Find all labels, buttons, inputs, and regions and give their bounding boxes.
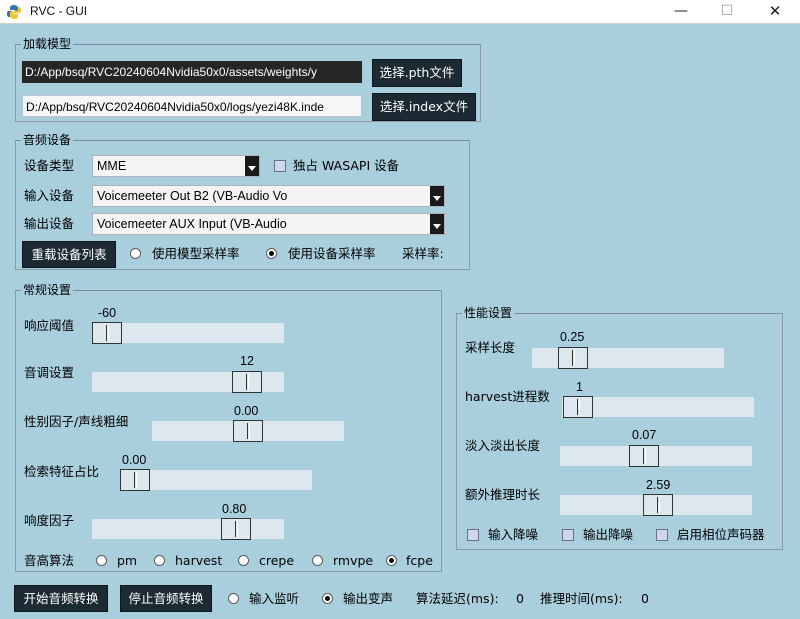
- infer-time-value: 0: [641, 591, 649, 606]
- audio-device-title: 音频设备: [21, 132, 74, 148]
- block-time-label: 采样长度: [465, 340, 516, 355]
- infer-time-label: 推理时间(ms):: [540, 591, 623, 606]
- index-rate-label: 检索特征占比: [24, 464, 100, 479]
- chevron-down-icon: [430, 214, 444, 234]
- harvest-threads-slider-handle[interactable]: [563, 396, 593, 418]
- pth-path-field[interactable]: D:/App/bsq/RVC20240604Nvidia50x0/assets/…: [22, 61, 362, 83]
- sample-rate-label: 采样率:: [402, 246, 444, 261]
- formant-label: 性别因子/声线粗细: [24, 414, 129, 429]
- harvest-threads-label: harvest进程数: [465, 389, 550, 404]
- f0-option-rmvpe: rmvpe: [333, 553, 374, 568]
- pitch-slider-handle[interactable]: [232, 371, 262, 393]
- extra-time-slider-handle[interactable]: [643, 494, 673, 516]
- crossfade-slider-handle[interactable]: [629, 445, 659, 467]
- f0-radio-fcpe[interactable]: [386, 555, 397, 566]
- threshold-slider-handle[interactable]: [92, 322, 122, 344]
- f0-method-label: 音高算法: [24, 553, 75, 568]
- pitch-label: 音调设置: [24, 365, 75, 380]
- wasapi-checkbox[interactable]: [274, 160, 286, 172]
- select-pth-button[interactable]: 选择.pth文件: [372, 59, 462, 87]
- f0-radio-rmvpe[interactable]: [312, 555, 323, 566]
- phase-vocoder-label: 启用相位声码器: [677, 527, 765, 542]
- f0-option-pm: pm: [117, 553, 138, 568]
- start-conversion-button[interactable]: 开始音频转换: [14, 585, 108, 612]
- use-device-sr-radio[interactable]: [266, 248, 277, 259]
- device-type-select[interactable]: MME: [92, 155, 260, 177]
- phase-vocoder-checkbox[interactable]: [656, 529, 668, 541]
- performance-settings-title: 性能设置: [462, 305, 515, 321]
- f0-radio-crepe[interactable]: [238, 555, 249, 566]
- device-type-label: 设备类型: [24, 158, 75, 173]
- stop-conversion-button[interactable]: 停止音频转换: [120, 585, 212, 612]
- formant-value: 0.00: [234, 404, 259, 418]
- extra-time-label: 额外推理时长: [465, 487, 541, 502]
- threshold-label: 响应阈值: [24, 318, 75, 333]
- crossfade-label: 淡入淡出长度: [465, 438, 541, 453]
- input-device-value: Voicemeeter Out B2 (VB-Audio Vo: [97, 189, 288, 203]
- output-denoise-label: 输出降噪: [583, 527, 634, 542]
- chevron-down-icon: [245, 156, 259, 176]
- load-model-title: 加载模型: [21, 36, 74, 52]
- input-denoise-label: 输入降噪: [488, 527, 539, 542]
- block-time-value: 0.25: [560, 330, 585, 344]
- input-denoise-checkbox[interactable]: [467, 529, 479, 541]
- close-icon[interactable]: ✕: [752, 0, 798, 24]
- f0-option-fcpe: fcpe: [406, 553, 433, 568]
- extra-time-value: 2.59: [646, 478, 671, 492]
- input-monitor-radio[interactable]: [228, 593, 239, 604]
- crossfade-value: 0.07: [632, 428, 657, 442]
- index-rate-value: 0.00: [122, 453, 147, 467]
- output-device-label: 输出设备: [24, 216, 75, 231]
- select-index-button[interactable]: 选择.index文件: [372, 93, 476, 121]
- chevron-down-icon: [430, 186, 444, 206]
- maximize-icon[interactable]: ☐: [704, 0, 750, 24]
- general-settings-title: 常规设置: [21, 282, 74, 298]
- formant-slider-handle[interactable]: [233, 420, 263, 442]
- input-monitor-label: 输入监听: [249, 591, 300, 606]
- rms-value: 0.80: [222, 502, 247, 516]
- rms-label: 响度因子: [24, 513, 75, 528]
- title-bar: RVC - GUI — ☐ ✕: [0, 0, 800, 24]
- delay-label: 算法延迟(ms):: [416, 591, 499, 606]
- delay-value: 0: [516, 591, 524, 606]
- pitch-value: 12: [240, 354, 254, 368]
- harvest-threads-value: 1: [576, 380, 583, 394]
- f0-radio-pm[interactable]: [96, 555, 107, 566]
- wasapi-label: 独占 WASAPI 设备: [293, 158, 400, 173]
- rms-slider-handle[interactable]: [221, 518, 251, 540]
- threshold-value: -60: [98, 306, 117, 320]
- device-type-value: MME: [97, 159, 127, 173]
- minimize-icon[interactable]: —: [658, 0, 704, 24]
- output-device-value: Voicemeeter AUX Input (VB-Audio: [97, 217, 287, 231]
- use-model-sr-radio[interactable]: [130, 248, 141, 259]
- python-icon: [7, 5, 21, 19]
- use-model-sr-label: 使用模型采样率: [152, 246, 240, 261]
- block-time-slider-handle[interactable]: [558, 347, 588, 369]
- output-voice-radio[interactable]: [322, 593, 333, 604]
- index-rate-slider-handle[interactable]: [120, 469, 150, 491]
- input-device-select[interactable]: Voicemeeter Out B2 (VB-Audio Vo: [92, 185, 445, 207]
- f0-radio-harvest[interactable]: [154, 555, 165, 566]
- f0-option-crepe: crepe: [259, 553, 295, 568]
- use-device-sr-label: 使用设备采样率: [288, 246, 376, 261]
- reload-devices-button[interactable]: 重载设备列表: [22, 241, 116, 268]
- window-title: RVC - GUI: [30, 4, 88, 18]
- output-voice-label: 输出变声: [343, 591, 394, 606]
- output-device-select[interactable]: Voicemeeter AUX Input (VB-Audio: [92, 213, 445, 235]
- f0-option-harvest: harvest: [175, 553, 223, 568]
- input-device-label: 输入设备: [24, 188, 75, 203]
- rms-slider-track[interactable]: [92, 519, 284, 539]
- output-denoise-checkbox[interactable]: [562, 529, 574, 541]
- index-path-field[interactable]: D:/App/bsq/RVC20240604Nvidia50x0/logs/ye…: [22, 95, 362, 117]
